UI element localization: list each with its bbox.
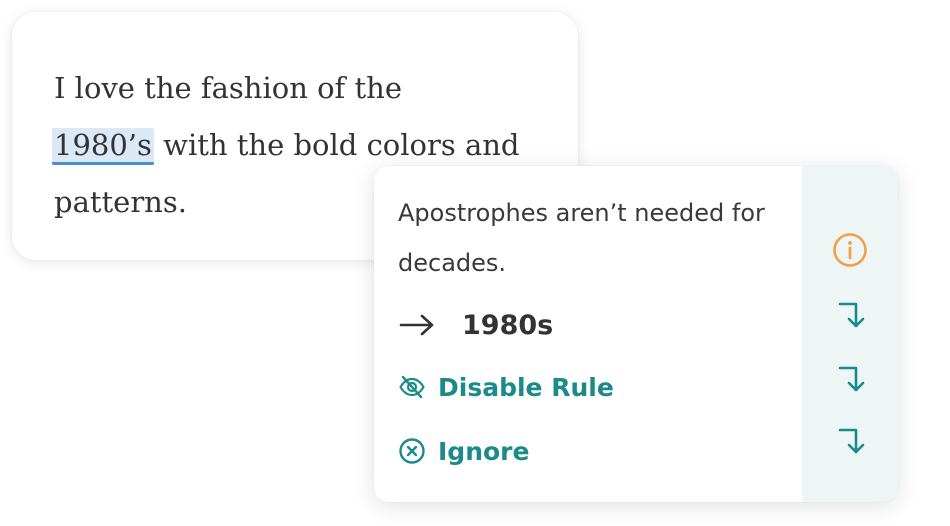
highlighted-error[interactable]: 1980’s — [52, 128, 154, 165]
suggestion-popover: Apostrophes aren’t needed for decades. 1… — [374, 166, 898, 502]
popover-side-panel — [802, 166, 898, 502]
turn-down-arrow-icon[interactable] — [832, 298, 868, 334]
replacement-suggestion[interactable]: 1980s — [398, 300, 778, 350]
ignore-button[interactable]: Ignore — [398, 426, 778, 476]
ignore-label: Ignore — [438, 436, 530, 466]
turn-down-arrow-icon[interactable] — [832, 362, 868, 398]
disable-rule-button[interactable]: Disable Rule — [398, 362, 778, 412]
popover-main: Apostrophes aren’t needed for decades. 1… — [374, 166, 802, 502]
arrow-right-icon — [398, 311, 438, 339]
disable-rule-label: Disable Rule — [438, 372, 614, 402]
x-circle-icon — [398, 437, 426, 465]
turn-down-arrow-icon[interactable] — [832, 424, 868, 460]
suggestion-message: Apostrophes aren’t needed for decades. — [398, 199, 765, 277]
text-before: I love the fashion of the — [54, 71, 402, 105]
replacement-text: 1980s — [462, 309, 554, 341]
eye-slash-icon — [398, 373, 426, 401]
info-icon[interactable] — [832, 232, 868, 268]
